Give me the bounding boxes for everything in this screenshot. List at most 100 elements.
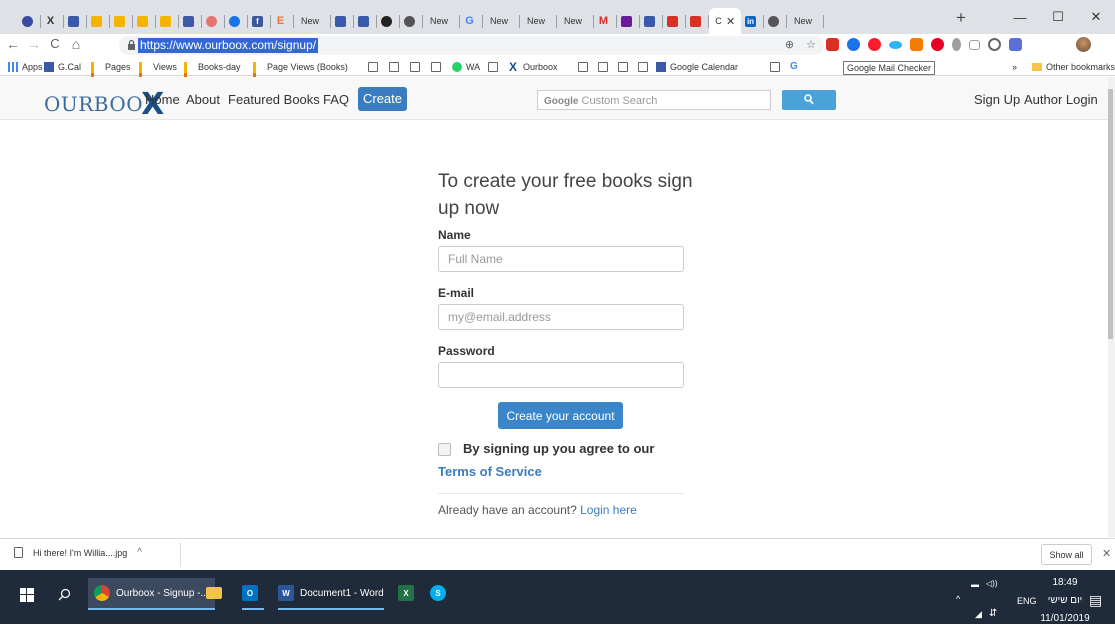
email-field[interactable]	[438, 304, 684, 330]
box-extension-icon[interactable]	[969, 39, 980, 50]
bookmark-pages[interactable]: Pages	[91, 59, 131, 83]
bookmark-page[interactable]	[389, 59, 403, 74]
password-field[interactable]	[438, 362, 684, 388]
scrollbar-thumb[interactable]	[1108, 89, 1113, 339]
zoom-icon[interactable]: ⊕	[785, 38, 794, 51]
gmail-checker-extension-icon[interactable]	[826, 38, 839, 51]
mail-extension-icon[interactable]	[910, 38, 923, 51]
bookmark-wa[interactable]: WA	[452, 59, 480, 74]
wifi-icon[interactable]: ◢	[975, 609, 982, 620]
bookmarks-overflow-button[interactable]: »	[1012, 59, 1017, 74]
author-login-link[interactable]: Author Login	[1024, 92, 1098, 107]
tab[interactable]: G	[460, 8, 483, 34]
tab-new[interactable]: New	[787, 8, 824, 34]
bookmark-page-views-books[interactable]: Page Views (Books)	[253, 59, 348, 83]
back-button[interactable]: ←	[4, 36, 22, 52]
tab[interactable]	[87, 8, 110, 34]
target-extension-icon[interactable]	[988, 38, 1001, 51]
nav-create-button[interactable]: Create	[358, 87, 407, 111]
tab-new[interactable]: New	[483, 8, 520, 34]
tab[interactable]	[133, 8, 156, 34]
search-button[interactable]	[782, 90, 836, 110]
minimize-button[interactable]: —	[1001, 0, 1039, 34]
volume-icon[interactable]: ◁))	[986, 579, 997, 588]
site-search-input[interactable]: Google Custom Search	[537, 90, 771, 110]
taskbar-clock[interactable]: 18:49 יום שישי 11/01/2019	[1035, 576, 1095, 626]
bookmark-page[interactable]	[578, 59, 592, 74]
bookmark-star-icon[interactable]: ☆	[806, 38, 816, 51]
tab-new[interactable]: New	[557, 8, 594, 34]
tab-new[interactable]: New	[294, 8, 331, 34]
signup-link[interactable]: Sign Up	[974, 92, 1020, 107]
taskbar-word-app[interactable]: W Document1 - Word	[278, 578, 384, 610]
bookmark-other[interactable]: Other bookmarks	[1032, 59, 1115, 74]
tab[interactable]	[225, 8, 248, 34]
name-field[interactable]	[438, 246, 684, 272]
bookmark-apps[interactable]: Apps	[8, 59, 43, 74]
taskbar-skype[interactable]: S	[430, 578, 452, 608]
tab[interactable]	[156, 8, 179, 34]
language-indicator[interactable]: ENG	[1017, 596, 1037, 606]
close-download-shelf-icon[interactable]: ✕	[1102, 547, 1111, 560]
opera-extension-icon[interactable]	[868, 38, 881, 51]
tab-new[interactable]: New	[520, 8, 557, 34]
bookmark-google-calendar[interactable]: Google Calendar	[656, 59, 738, 74]
notification-center-icon[interactable]: ▤	[1089, 592, 1102, 609]
tab[interactable]	[354, 8, 377, 34]
profile-avatar[interactable]	[1076, 37, 1091, 52]
tab-active-ourboox-signup[interactable]: C ✕	[709, 8, 741, 34]
tab[interactable]	[663, 8, 686, 34]
tab[interactable]	[617, 8, 640, 34]
tab[interactable]	[202, 8, 225, 34]
bookmark-page[interactable]	[638, 59, 652, 74]
nav-about-link[interactable]: About	[186, 92, 220, 107]
address-bar[interactable]: https://www.ourboox.com/signup/ ⊕ ☆	[119, 36, 824, 55]
maximize-button[interactable]: ☐	[1039, 0, 1077, 34]
tab-new[interactable]: New	[423, 8, 460, 34]
battery-icon[interactable]: ▬	[971, 580, 979, 589]
page-scrollbar[interactable]	[1108, 77, 1115, 537]
taskbar-excel[interactable]: X	[398, 578, 420, 608]
tab[interactable]: M	[594, 8, 617, 34]
refresh-extension-icon[interactable]	[847, 38, 860, 51]
network-icon[interactable]: ⇵	[989, 608, 997, 619]
tab[interactable]	[377, 8, 400, 34]
bookmark-page[interactable]	[770, 59, 784, 74]
bookmark-page[interactable]	[488, 59, 502, 74]
tab[interactable]: E	[271, 8, 294, 34]
taskbar-file-explorer[interactable]	[206, 578, 228, 608]
new-tab-button[interactable]: +	[956, 8, 966, 28]
create-account-button[interactable]: Create your account	[498, 402, 623, 429]
url-text[interactable]: https://www.ourboox.com/signup/	[138, 38, 319, 53]
tab[interactable]	[64, 8, 87, 34]
tab[interactable]	[331, 8, 354, 34]
tab[interactable]	[686, 8, 709, 34]
bookmark-page[interactable]	[618, 59, 632, 74]
close-tab-icon[interactable]: ✕	[726, 15, 735, 28]
tab[interactable]: f	[248, 8, 271, 34]
download-item[interactable]: Hi there! I'm Willia....jpg ^	[14, 547, 142, 558]
tab[interactable]	[400, 8, 423, 34]
bookmark-page[interactable]	[598, 59, 612, 74]
bookmark-page[interactable]	[431, 59, 445, 74]
nav-featured-books-link[interactable]: Featured Books	[228, 92, 320, 107]
translate-extension-icon[interactable]	[1009, 38, 1022, 51]
bookmark-google[interactable]: G	[790, 59, 798, 74]
bookmark-ourboox[interactable]: X Ourboox	[509, 59, 558, 74]
taskbar-search-icon[interactable]	[58, 588, 71, 601]
tab[interactable]	[18, 8, 41, 34]
login-here-link[interactable]: Login here	[580, 503, 637, 517]
bookmark-page[interactable]	[410, 59, 424, 74]
home-button[interactable]: ⌂	[67, 36, 85, 52]
nav-faq-link[interactable]: FAQ	[323, 92, 349, 107]
bookmark-page[interactable]	[368, 59, 382, 74]
taskbar-chrome-app[interactable]: Ourboox - Signup -...	[88, 578, 215, 610]
chevron-up-icon[interactable]: ^	[137, 547, 142, 558]
tab[interactable]	[110, 8, 133, 34]
taskbar-outlook[interactable]: O	[242, 578, 264, 610]
reload-button[interactable]: C	[46, 36, 64, 51]
tray-overflow-icon[interactable]: ^	[956, 594, 960, 604]
close-window-button[interactable]: ✕	[1077, 0, 1115, 34]
tab[interactable]	[764, 8, 787, 34]
bookmark-books-day[interactable]: Books-day	[184, 59, 241, 83]
